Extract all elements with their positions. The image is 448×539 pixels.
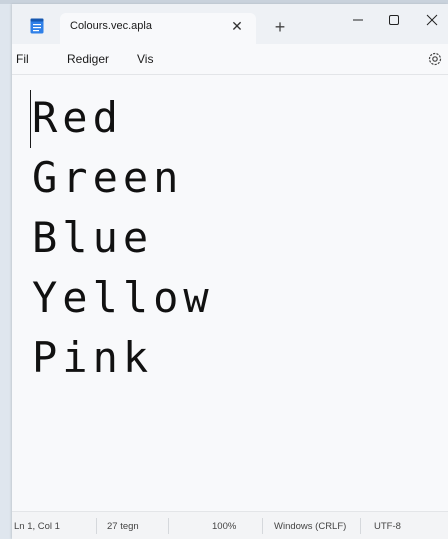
editor-line: Yellow bbox=[32, 273, 214, 322]
editor-line: Pink bbox=[32, 333, 154, 382]
minimize-icon bbox=[353, 19, 363, 21]
menu-view[interactable]: Vis bbox=[137, 52, 153, 66]
text-editor[interactable]: Red Green Blue Yellow Pink bbox=[12, 75, 448, 511]
document-tab[interactable]: Colours.vec.apla ✕ bbox=[30, 13, 256, 44]
maximize-button[interactable] bbox=[378, 6, 410, 34]
title-bar: Colours.vec.apla ✕ + bbox=[12, 4, 448, 44]
new-tab-icon[interactable]: + bbox=[270, 17, 290, 37]
status-divider bbox=[360, 518, 361, 534]
text-caret bbox=[30, 90, 31, 148]
tab-title: Colours.vec.apla bbox=[70, 20, 152, 32]
close-icon bbox=[426, 14, 438, 26]
line-ending[interactable]: Windows (CRLF) bbox=[274, 521, 346, 532]
maximize-icon bbox=[389, 15, 399, 25]
encoding[interactable]: UTF-8 bbox=[374, 521, 401, 532]
tab-close-icon[interactable]: ✕ bbox=[228, 17, 246, 35]
status-bar: Ln 1, Col 1 27 tegn 100% Windows (CRLF) … bbox=[12, 511, 448, 539]
menu-edit[interactable]: Rediger bbox=[67, 52, 109, 66]
status-divider bbox=[96, 518, 97, 534]
notepad-icon bbox=[30, 18, 44, 34]
status-divider bbox=[168, 518, 169, 534]
editor-line: Blue bbox=[32, 213, 154, 262]
zoom-level[interactable]: 100% bbox=[212, 521, 236, 532]
cursor-position[interactable]: Ln 1, Col 1 bbox=[14, 521, 60, 532]
close-window-button[interactable] bbox=[416, 6, 448, 34]
editor-line: Green bbox=[32, 153, 184, 202]
editor-line: Red bbox=[32, 93, 123, 142]
menu-bar: Fil Rediger Vis bbox=[12, 44, 448, 75]
notepad-window: Colours.vec.apla ✕ + Fil Rediger Vis Red… bbox=[12, 4, 448, 539]
character-count: 27 tegn bbox=[107, 521, 139, 532]
minimize-button[interactable] bbox=[342, 6, 374, 34]
status-divider bbox=[262, 518, 263, 534]
menu-file[interactable]: Fil bbox=[16, 52, 29, 66]
gear-icon[interactable] bbox=[426, 50, 444, 68]
